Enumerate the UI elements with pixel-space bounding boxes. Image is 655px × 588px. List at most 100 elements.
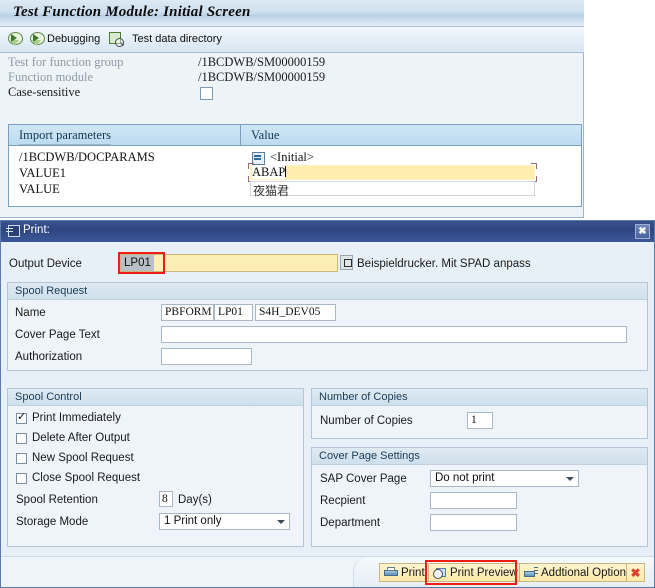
toolbar-debugging-label: Debugging — [47, 33, 101, 45]
param-value-initial: <Initial> — [270, 150, 314, 164]
param-input-value[interactable]: 夜猫君 — [250, 181, 535, 198]
output-device-row: Output Device LP01 Beispieldrucker. Mit … — [1, 252, 654, 276]
toolbar-execute-button[interactable] — [7, 31, 23, 47]
value-function-module: /1BCDWB/SM00000159 — [198, 70, 326, 84]
spool-request-group-header: Spool Request — [8, 283, 647, 300]
output-device-label: Output Device — [9, 258, 82, 270]
function-form-area: Test for function group /1BCDWB/SM000001… — [0, 53, 584, 105]
value-test-for-function-group: /1BCDWB/SM00000159 — [198, 55, 326, 69]
checkbox-close-spool-request[interactable] — [16, 473, 27, 484]
spool-retention-unit: Day(s) — [178, 494, 212, 506]
param-input-value1[interactable]: ABAP — [250, 165, 535, 180]
authorization-input[interactable] — [161, 348, 252, 365]
number-of-copies-input[interactable]: 1 — [467, 412, 493, 429]
text-caret — [285, 166, 287, 177]
spool-name-part-1[interactable]: PBFORM — [161, 304, 214, 321]
number-of-copies-group-title: Number of Copies — [319, 391, 408, 403]
print-preview-icon — [433, 567, 447, 579]
cover-page-settings-group: Cover Page Settings SAP Cover Page Do no… — [311, 447, 648, 547]
sap-main-screen: Test Function Module: Initial Screen Deb… — [0, 0, 584, 218]
spool-control-group-title: Spool Control — [15, 391, 82, 403]
close-icon[interactable]: ✖ — [635, 224, 650, 239]
param-name-value: VALUE — [19, 182, 60, 196]
param-name-docparams: /1BCDWB/DOCPARAMS — [19, 150, 155, 164]
cancel-button[interactable]: ✖ — [626, 563, 645, 582]
storage-mode-dropdown[interactable]: 1 Print only — [159, 513, 290, 530]
import-parameters-table-header: Import parameters Value — [9, 125, 581, 146]
spool-request-group: Spool Request Name PBFORM LP01 S4H_DEV05… — [7, 282, 648, 371]
additional-options-button-label: Addtional Options — [541, 566, 632, 579]
screen-root: Test Function Module: Initial Screen Deb… — [0, 0, 655, 588]
cover-page-text-input[interactable] — [161, 326, 627, 343]
label-close-spool-request: Close Spool Request — [32, 472, 141, 484]
label-delete-after-output: Delete After Output — [32, 432, 130, 444]
output-device-value-help-button[interactable] — [340, 255, 353, 270]
label-test-for-function-group: Test for function group — [8, 55, 124, 69]
output-device-input[interactable]: LP01 — [120, 254, 338, 272]
spool-control-group-header: Spool Control — [8, 389, 303, 406]
import-parameters-table: Import parameters Value /1BCDWB/DOCPARAM… — [8, 124, 582, 207]
toolbar-test-data-directory-button[interactable]: Test data directory — [108, 31, 222, 47]
import-parameters-table-body: /1BCDWB/DOCPARAMS <Initial> VALUE1 ABAP … — [9, 146, 581, 206]
field-corner-tl — [248, 163, 254, 169]
storage-mode-label: Storage Mode — [16, 516, 89, 528]
sap-cover-page-dropdown[interactable]: Do not print — [430, 470, 579, 487]
sap-cover-page-label: SAP Cover Page — [320, 473, 407, 485]
debug-icon — [29, 31, 45, 47]
additional-options-icon — [524, 566, 538, 579]
field-corner-tr — [531, 163, 537, 169]
cover-page-text-label: Cover Page Text — [15, 329, 100, 341]
storage-mode-value: 1 Print only — [164, 515, 222, 527]
column-header-value: Value — [251, 128, 280, 142]
spool-name-part-2[interactable]: LP01 — [214, 304, 253, 321]
param-input-value1-text: ABAP — [252, 165, 286, 179]
checkbox-delete-after-output[interactable] — [16, 433, 27, 444]
recipient-label: Recpient — [320, 495, 366, 507]
print-dialog-body: Output Device LP01 Beispieldrucker. Mit … — [1, 242, 654, 587]
param-name-value1: VALUE1 — [19, 166, 66, 180]
authorization-label: Authorization — [15, 351, 83, 363]
number-of-copies-group: Number of Copies Number of Copies 1 — [311, 388, 648, 439]
additional-options-button[interactable]: Addtional Options — [519, 563, 639, 582]
chevron-down-icon — [566, 477, 574, 481]
window-icon — [6, 225, 20, 237]
print-dialog-title: Print: — [23, 224, 50, 236]
label-new-spool-request: New Spool Request — [32, 452, 134, 464]
spool-name-part-3[interactable]: S4H_DEV05 — [255, 304, 336, 321]
sap-cover-page-value: Do not print — [435, 472, 495, 484]
department-input[interactable] — [430, 514, 517, 531]
number-of-copies-label: Number of Copies — [320, 415, 413, 427]
case-sensitive-checkbox[interactable] — [200, 87, 213, 100]
toolbar-test-data-label: Test data directory — [132, 33, 222, 45]
cover-page-settings-group-header: Cover Page Settings — [312, 448, 647, 465]
label-function-module: Function module — [8, 70, 94, 84]
output-device-description: Beispieldrucker. Mit SPAD anpass — [357, 258, 531, 270]
number-of-copies-group-header: Number of Copies — [312, 389, 647, 406]
page-title: Test Function Module: Initial Screen — [13, 4, 251, 20]
chevron-down-icon — [277, 520, 285, 524]
spool-control-group: Spool Control Print Immediately Delete A… — [7, 388, 304, 547]
output-device-value: LP01 — [121, 255, 154, 271]
window-titlebar: Test Function Module: Initial Screen — [0, 0, 584, 27]
toolbar-debugging-button[interactable]: Debugging — [29, 31, 100, 47]
print-button-label: Print — [401, 566, 425, 579]
spool-retention-input[interactable]: 8 — [159, 491, 173, 507]
dialog-button-bar: Print Print Preview Addtional Options ✖ — [1, 556, 654, 587]
test-data-directory-icon — [108, 31, 125, 47]
execute-debug-icon — [7, 31, 23, 47]
label-case-sensitive: Case-sensitive — [8, 85, 81, 99]
application-toolbar: Debugging Test data directory — [0, 27, 584, 53]
print-preview-button-label: Print Preview — [450, 566, 518, 579]
checkbox-new-spool-request[interactable] — [16, 453, 27, 464]
cover-page-settings-group-title: Cover Page Settings — [319, 450, 420, 462]
checkbox-print-immediately[interactable] — [16, 411, 27, 424]
spool-retention-label: Spool Retention — [16, 494, 98, 506]
spool-name-label: Name — [15, 307, 46, 319]
print-dialog-titlebar: Print: ✖ — [1, 221, 654, 242]
label-print-immediately: Print Immediately — [32, 412, 121, 424]
print-preview-button[interactable]: Print Preview — [428, 563, 525, 582]
spool-request-group-title: Spool Request — [15, 285, 88, 297]
print-dialog: Print: ✖ Output Device LP01 Beispieldruc… — [0, 220, 655, 588]
print-button[interactable]: Print — [379, 563, 432, 582]
recipient-input[interactable] — [430, 492, 517, 509]
